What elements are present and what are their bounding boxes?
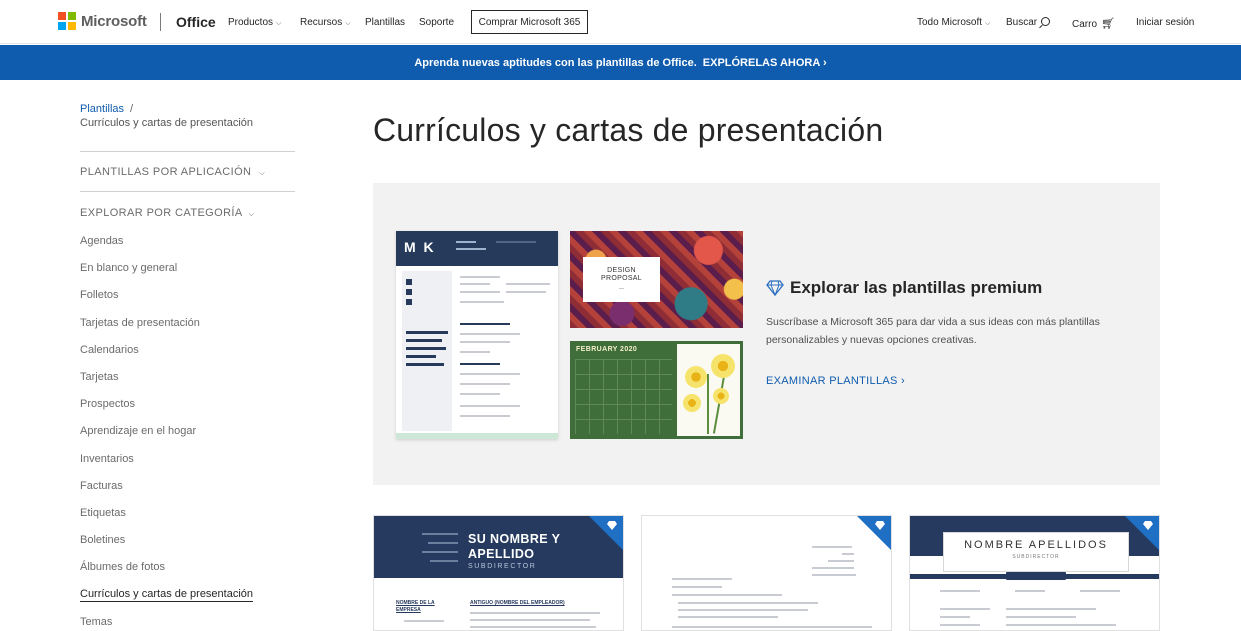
chevron-down-icon: ⌵ xyxy=(259,170,266,177)
category-link[interactable]: Inventarios xyxy=(80,452,253,479)
office-brand-link[interactable]: Office xyxy=(176,14,216,30)
category-link[interactable]: Boletines xyxy=(80,533,253,560)
plantillas-por-aplicacion-toggle[interactable]: PLANTILLAS POR APLICACIÓN ⌵ xyxy=(80,166,265,178)
daffodil-image xyxy=(677,344,740,436)
page-title: Currículos y cartas de presentación xyxy=(373,112,884,148)
category-link[interactable]: Calendarios xyxy=(80,343,253,370)
microsoft-logo-icon xyxy=(58,12,76,30)
category-link[interactable]: Agendas xyxy=(80,234,253,261)
template-section: ANTIGUO (NOMBRE DEL EMPLEADOR) xyxy=(470,600,565,606)
template-name: NOMBRE APELLIDOS xyxy=(964,539,1108,551)
cart-button[interactable]: Carro 🛒︎ xyxy=(1072,17,1115,30)
nav-plantillas[interactable]: Plantillas xyxy=(365,17,405,28)
chevron-down-icon: ⌵ xyxy=(276,20,282,27)
diamond-icon xyxy=(875,521,885,530)
search-button[interactable]: Buscar xyxy=(1006,17,1051,28)
banner-cta-link[interactable]: EXPLÓRELAS AHORA › xyxy=(703,57,827,69)
search-icon xyxy=(1041,17,1051,26)
all-microsoft-menu[interactable]: Todo Microsoft ⌵ xyxy=(917,17,990,28)
template-card[interactable] xyxy=(641,515,892,631)
category-link[interactable]: Prospectos xyxy=(80,397,253,424)
template-card[interactable]: SU NOMBRE Y APELLIDO SUBDIRECTOR NOMBRE … xyxy=(373,515,624,631)
breadcrumb-plantillas-link[interactable]: Plantillas xyxy=(80,103,124,115)
examinar-plantillas-link[interactable]: EXAMINAR PLANTILLAS › xyxy=(766,375,905,387)
design-proposal-thumbnail[interactable]: DESIGN PROPOSAL — xyxy=(570,231,743,328)
category-link[interactable]: Temas xyxy=(80,615,253,631)
nav-soporte[interactable]: Soporte xyxy=(419,17,454,28)
template-card[interactable]: NOMBRE APELLIDOS SUBDIRECTOR xyxy=(909,515,1160,631)
template-subtitle: SUBDIRECTOR xyxy=(468,563,537,570)
nav-productos[interactable]: Productos ⌵ xyxy=(228,17,281,28)
category-link[interactable]: Tarjetas xyxy=(80,370,253,397)
diamond-icon xyxy=(1143,521,1153,530)
calendar-template-thumbnail[interactable]: FEBRUARY 2020 xyxy=(570,341,743,439)
top-navigation: Microsoft Office Productos ⌵ Recursos ⌵ Pl… xyxy=(0,0,1241,44)
category-link[interactable]: Facturas xyxy=(80,479,253,506)
breadcrumb: Plantillas / Currículos y cartas de prese… xyxy=(80,102,253,130)
sidebar-divider xyxy=(80,191,295,192)
category-link[interactable]: Tarjetas de presentación xyxy=(80,316,253,343)
category-link[interactable]: Álbumes de fotos xyxy=(80,560,253,587)
proposal-title: DESIGN PROPOSAL xyxy=(601,267,642,282)
chevron-down-icon: ⌵ xyxy=(985,20,991,27)
breadcrumb-separator: / xyxy=(130,103,134,115)
template-subtitle: SUBDIRECTOR xyxy=(1012,554,1060,560)
diamond-icon xyxy=(607,521,617,530)
category-list: Agendas En blanco y general Folletos Tar… xyxy=(80,234,254,631)
diamond-icon xyxy=(766,280,784,296)
category-link[interactable]: Aprendizaje en el hogar xyxy=(80,424,253,451)
explorar-por-categoria-toggle[interactable]: EXPLORAR POR CATEGORÍA ⌵ xyxy=(80,207,254,219)
microsoft-logo[interactable]: Microsoft xyxy=(58,12,147,30)
chevron-up-icon: ⌵ xyxy=(248,211,255,218)
nav-divider xyxy=(160,13,161,31)
calendar-title: FEBRUARY 2020 xyxy=(576,346,638,353)
premium-description: Suscríbase a Microsoft 365 para dar vida… xyxy=(766,316,1100,346)
chevron-right-icon: › xyxy=(901,375,905,387)
banner-text: Aprenda nuevas aptitudes con las plantil… xyxy=(414,56,697,69)
chevron-down-icon: ⌵ xyxy=(345,20,351,27)
category-link[interactable]: Folletos xyxy=(80,288,253,315)
premium-templates-panel: M K DESIGN PROPOSAL — FEBRUARY 2020 Expl… xyxy=(373,183,1160,485)
premium-heading: Explorar las plantillas premium xyxy=(766,278,1042,298)
promo-banner[interactable]: Aprenda nuevas aptitudes con las plantil… xyxy=(0,45,1241,80)
resume-initials: M K xyxy=(404,239,436,255)
template-section: NOMBRE DE LA EMPRESA xyxy=(396,600,435,613)
category-link-active[interactable]: Currículos y cartas de presentación xyxy=(80,587,254,614)
buy-microsoft-365-button[interactable]: Comprar Microsoft 365 xyxy=(471,10,588,34)
category-link[interactable]: En blanco y general xyxy=(80,261,253,288)
breadcrumb-current: Currículos y cartas de presentación xyxy=(80,117,254,129)
chevron-right-icon: › xyxy=(822,56,827,69)
brand-name: Microsoft xyxy=(81,12,147,30)
sign-in-link[interactable]: Iniciar sesión xyxy=(1136,17,1194,28)
resume-template-thumbnail[interactable]: M K xyxy=(396,231,558,439)
sidebar-divider xyxy=(80,151,295,152)
nav-recursos[interactable]: Recursos ⌵ xyxy=(300,17,351,28)
cart-icon: 🛒︎ xyxy=(1101,18,1115,30)
category-link[interactable]: Etiquetas xyxy=(80,506,253,533)
